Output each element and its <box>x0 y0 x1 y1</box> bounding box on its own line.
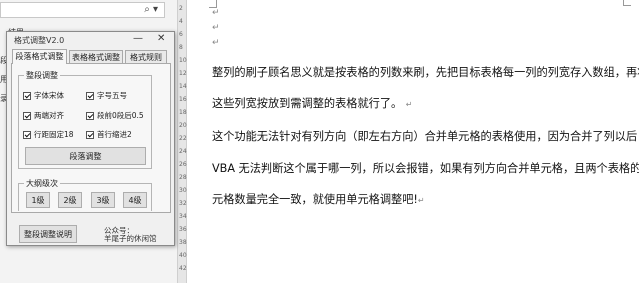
search-dropdown-icon[interactable]: ▾ <box>153 4 158 15</box>
level-3-button[interactable]: 3级 <box>91 192 115 208</box>
checkbox-check-icon[interactable] <box>86 111 94 120</box>
ruler-tick-label: 32 <box>179 200 187 207</box>
paragraph-mark: ↵ <box>212 8 220 18</box>
ruler-tick-label: 28 <box>179 174 187 181</box>
paragraph-mark: ↵ <box>212 23 220 33</box>
checkbox-justify[interactable]: 两端对齐 <box>23 110 64 121</box>
ruler-tick-label: 10 <box>179 57 187 64</box>
ruler-tick-label: 38 <box>179 239 187 246</box>
ruler-tick-label: 34 <box>179 213 187 220</box>
search-input[interactable]: ⌕ ▾ <box>0 2 165 18</box>
format-adjust-dialog: 格式调整V2.0 — ✕ 段落格式调整 表格格式调整 格式规则 整段调整 字体宋… <box>6 31 175 246</box>
group-title: 整段调整 <box>24 70 60 81</box>
checkbox-check-icon[interactable] <box>23 91 31 100</box>
close-button[interactable]: ✕ <box>157 33 165 44</box>
checkbox-font-size-5[interactable]: 字号五号 <box>86 90 127 101</box>
checkbox-font-songti[interactable]: 字体宋体 <box>23 90 64 101</box>
ruler-tick-label: 42 <box>179 265 187 272</box>
checkbox-check-icon[interactable] <box>86 130 94 139</box>
level-2-button[interactable]: 2级 <box>58 192 82 208</box>
checkbox-label: 字号五号 <box>97 91 127 100</box>
paragraph-adjust-button[interactable]: 段落调整 <box>25 147 146 165</box>
tab-table-format[interactable]: 表格格式调整 <box>69 50 123 64</box>
checkbox-spacing[interactable]: 段前0段后0.5 <box>86 110 144 121</box>
margin-corner-mark <box>623 0 631 6</box>
checkbox-label: 字体宋体 <box>34 91 64 100</box>
ruler-tick-label: 14 <box>179 83 187 90</box>
ruler-tick-label: 12 <box>179 70 187 77</box>
checkbox-label: 两端对齐 <box>34 111 64 120</box>
checkbox-check-icon[interactable] <box>86 91 94 100</box>
checkbox-label: 行距固定18 <box>34 130 74 139</box>
tab-panel-paragraph: 整段调整 字体宋体 字号五号 两端对齐 段前0段后0.5 行距固定18 首行缩进 <box>11 63 171 213</box>
ruler-tick-label: 20 <box>179 122 187 129</box>
group-paragraph-adjust: 整段调整 字体宋体 字号五号 两端对齐 段前0段后0.5 行距固定18 首行缩进 <box>18 70 152 169</box>
checkbox-label: 段前0段后0.5 <box>97 111 144 120</box>
document-text-line[interactable]: 这个功能无法针对有列方向（即左右方向）合并单元格的表格使用，因为合并了列以后 <box>212 128 637 144</box>
checkbox-check-icon[interactable] <box>23 130 31 139</box>
checkbox-check-icon[interactable] <box>23 111 31 120</box>
document-page[interactable]: ↵ ↵ ↵ 整列的刷子顾名思义就是按表格的列数来刷，先把目标表格每一列的列宽存入… <box>187 0 639 283</box>
level-4-button[interactable]: 4级 <box>123 192 147 208</box>
paragraph-help-button[interactable]: 整段调整说明 <box>19 225 77 243</box>
document-text-line[interactable]: 这些列宽按放到需调整的表格就行了。 ↵ <box>212 95 412 111</box>
word-window: ⌕ ▾ 结果 段式 用保 录扩 246810121416182022242628… <box>0 0 639 283</box>
vertical-ruler: 2 4 6 8 10 12 14 16 18 20 22 24 26 28 30 32 34 36 38 40 42 <box>177 0 187 283</box>
tab-format-rules[interactable]: 格式规则 <box>125 50 167 64</box>
group-title: 大纲级次 <box>24 178 60 189</box>
minimize-button[interactable]: — <box>133 33 143 44</box>
document-text-line[interactable]: VBA 无法判断这个属于哪一列，所以会报错，如果有列方向合并单元格，且两个表格的… <box>212 160 639 176</box>
level-1-button[interactable]: 1级 <box>26 192 50 208</box>
ruler-tick-label: 2 <box>179 5 183 12</box>
checkbox-label: 首行缩进2 <box>97 130 132 139</box>
ruler-tick-label: 16 <box>179 96 187 103</box>
checkbox-first-indent[interactable]: 首行缩进2 <box>86 129 132 140</box>
magnifier-icon[interactable]: ⌕ ▾ <box>144 4 158 15</box>
ruler-tick-label: 26 <box>179 161 187 168</box>
ruler-tick-label: 4 <box>179 18 183 25</box>
tab-paragraph-format[interactable]: 段落格式调整 <box>12 49 67 64</box>
public-account-name: 羊尾子的休闲馆 <box>104 234 157 243</box>
ruler-tick-label: 22 <box>179 135 187 142</box>
ruler-tick-label: 30 <box>179 187 187 194</box>
dialog-title: 格式调整V2.0 <box>14 36 65 45</box>
document-text-line[interactable]: 整列的刷子顾名思义就是按表格的列数来刷，先把目标表格每一列的列宽存入数组，再将 <box>212 64 639 80</box>
ruler-tick-label: 8 <box>179 44 183 51</box>
document-text-line[interactable]: 元格数量完全一致，就使用单元格调整吧!↵ <box>212 191 425 207</box>
ruler-tick-label: 24 <box>179 148 187 155</box>
checkbox-line-height[interactable]: 行距固定18 <box>23 129 74 140</box>
ruler-tick-label: 40 <box>179 252 187 259</box>
ruler-tick-label: 36 <box>179 226 187 233</box>
paragraph-mark: ↵ <box>212 38 220 48</box>
ruler-tick-label: 18 <box>179 109 187 116</box>
ruler-tick-label: 6 <box>179 31 183 38</box>
margin-corner-mark <box>209 0 217 8</box>
